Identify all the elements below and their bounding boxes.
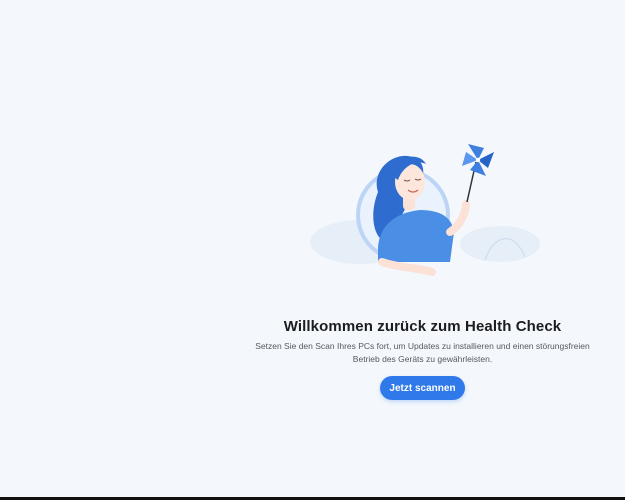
description-line-2: Betrieb des Geräts zu gewährleisten. xyxy=(352,353,493,364)
page-description: Setzen Sie den Scan Ihres PCs fort, um U… xyxy=(250,340,595,365)
scan-now-button[interactable]: Jetzt scannen xyxy=(380,376,465,400)
health-check-page: Willkommen zurück zum Health Check Setze… xyxy=(0,0,625,497)
woman-with-pinwheel-illustration xyxy=(310,144,540,276)
page-title: Willkommen zurück zum Health Check xyxy=(283,318,562,335)
description-line-1: Setzen Sie den Scan Ihres PCs fort, um U… xyxy=(255,341,590,351)
